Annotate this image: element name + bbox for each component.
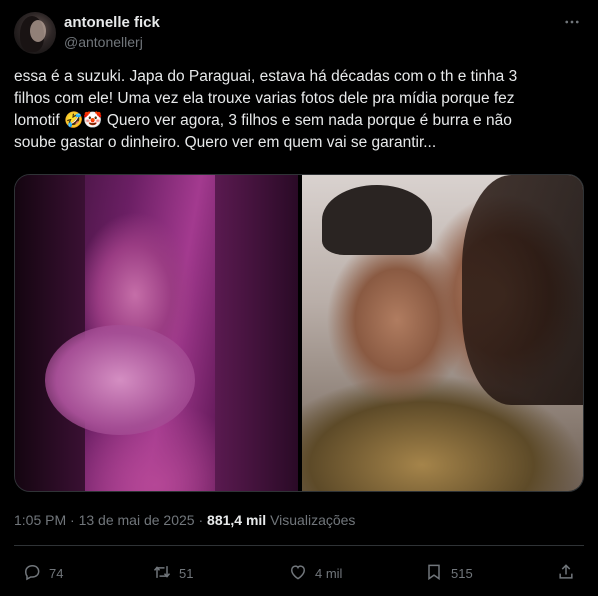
tweet-card: antonelle fick @antonellerj essa é a suz…	[0, 0, 598, 596]
bookmark-icon	[424, 562, 444, 585]
reply-count: 74	[49, 565, 64, 581]
author-handle[interactable]: @antonellerj	[64, 34, 143, 50]
tweet-date[interactable]: 13 de mai de 2025	[79, 512, 195, 528]
avatar[interactable]	[14, 12, 56, 54]
more-horizontal-icon	[563, 13, 581, 36]
share-icon	[556, 562, 576, 585]
views-label: Visualizações	[270, 512, 356, 528]
tweet-text-line: filhos com ele! Uma vez ela trouxe varia…	[14, 90, 515, 107]
share-button[interactable]	[556, 562, 576, 584]
bookmark-count: 515	[451, 565, 473, 581]
avatar-face	[30, 20, 46, 42]
reply-icon	[22, 562, 42, 585]
tweet-text-line: lomotif 🤣🤡 Quero ver agora, 3 filhos e s…	[14, 112, 512, 129]
more-options-button[interactable]	[560, 12, 584, 36]
like-count: 4 mil	[315, 565, 343, 581]
tweet-text-line: essa é a suzuki. Japa do Paraguai, estav…	[14, 68, 518, 85]
author-name[interactable]: antonelle fick	[64, 14, 160, 31]
heart-icon	[288, 562, 308, 585]
photo-cap	[322, 185, 432, 255]
tweet-text-line: soube gastar o dinheiro. Quero ver em qu…	[14, 134, 437, 151]
views-count: 881,4 mil	[207, 512, 267, 528]
bookmark-button[interactable]: 515	[424, 562, 473, 584]
repost-button[interactable]: 51	[152, 562, 193, 584]
repost-count: 51	[179, 565, 194, 581]
tweet-time[interactable]: 1:05 PM	[14, 512, 66, 528]
divider	[14, 545, 584, 546]
like-button[interactable]: 4 mil	[288, 562, 342, 584]
tweet-text: essa é a suzuki. Japa do Paraguai, estav…	[14, 66, 584, 154]
reply-button[interactable]: 74	[22, 562, 63, 584]
photo-hair	[462, 175, 583, 405]
photo-hands	[45, 325, 195, 435]
photo-shadow-right	[215, 175, 298, 491]
photo-shadow-left	[15, 175, 85, 491]
photo-couple-selfie[interactable]	[302, 175, 583, 491]
meta-separator: ·	[66, 512, 79, 528]
repost-icon	[152, 562, 172, 585]
photo-woman-heart-hands[interactable]	[15, 175, 298, 491]
tweet-meta: 1:05 PM · 13 de mai de 2025 · 881,4 mil …	[14, 512, 355, 528]
meta-separator: ·	[194, 512, 208, 528]
media-grid	[14, 174, 584, 492]
